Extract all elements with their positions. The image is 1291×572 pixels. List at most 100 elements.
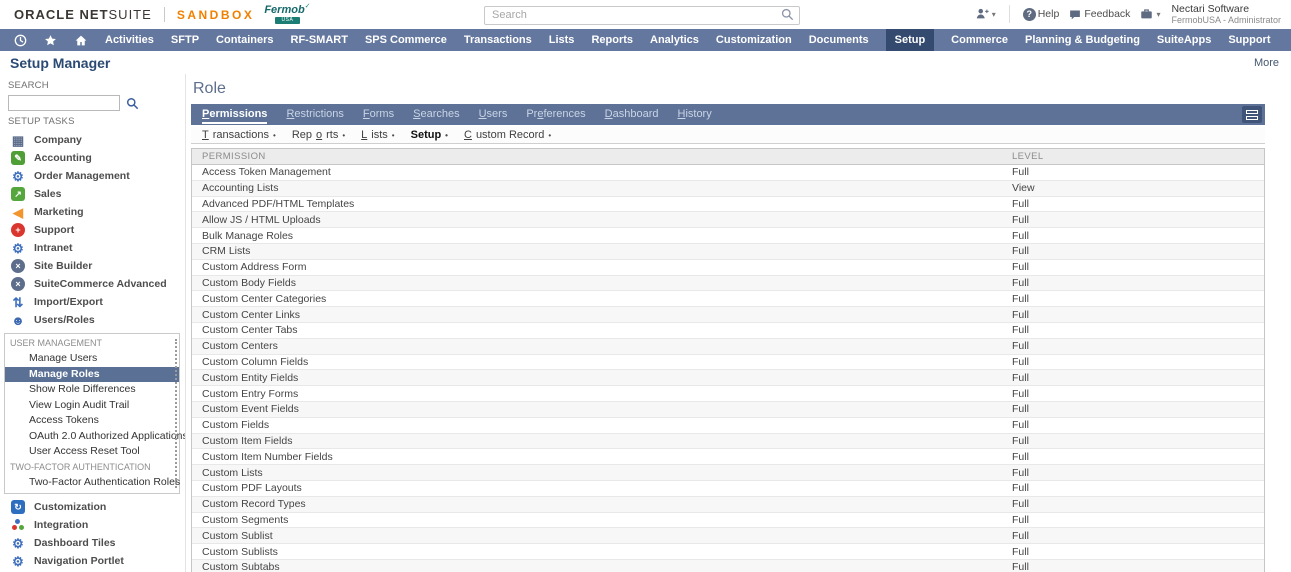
persona-switch-icon[interactable]: ▾ bbox=[975, 7, 996, 21]
home-icon[interactable] bbox=[74, 34, 88, 47]
subtab-setup[interactable]: Setup• bbox=[411, 129, 448, 141]
sidebar-item-intranet[interactable]: ⚙Intranet bbox=[8, 239, 185, 257]
subtab-custom-record[interactable]: Custom Record• bbox=[464, 129, 551, 141]
sidebar-item-import-export[interactable]: ⇅Import/Export bbox=[8, 293, 185, 311]
permission-row[interactable]: Custom Record TypesFull bbox=[192, 497, 1264, 513]
permission-row[interactable]: Custom Item Number FieldsFull bbox=[192, 449, 1264, 465]
permission-row[interactable]: Custom Column FieldsFull bbox=[192, 355, 1264, 371]
sidebar-search-icon[interactable] bbox=[126, 97, 139, 110]
nav-item-commerce[interactable]: Commerce bbox=[951, 29, 1008, 51]
tab-forms[interactable]: Forms bbox=[363, 104, 394, 125]
nav-item-planning-budgeting[interactable]: Planning & Budgeting bbox=[1025, 29, 1140, 51]
tab-restrictions[interactable]: Restrictions bbox=[286, 104, 343, 125]
sidebar-item-sales[interactable]: ↗Sales bbox=[8, 185, 185, 203]
permission-row[interactable]: Accounting ListsView bbox=[192, 181, 1264, 197]
sidebar-item-show-role-differences[interactable]: Show Role Differences bbox=[5, 382, 179, 398]
permission-row[interactable]: Custom Address FormFull bbox=[192, 260, 1264, 276]
nav-item-support[interactable]: Support bbox=[1228, 29, 1270, 51]
tab-permissions[interactable]: Permissions bbox=[202, 104, 267, 125]
permission-row[interactable]: Custom Entry FormsFull bbox=[192, 386, 1264, 402]
sidebar-item-support[interactable]: +Support bbox=[8, 221, 185, 239]
tab-searches[interactable]: Searches bbox=[413, 104, 459, 125]
recent-records-icon[interactable] bbox=[14, 34, 27, 47]
permission-row[interactable]: Custom Body FieldsFull bbox=[192, 276, 1264, 292]
permission-row[interactable]: Custom Center CategoriesFull bbox=[192, 291, 1264, 307]
sidebar-item-access-tokens[interactable]: Access Tokens bbox=[5, 413, 179, 429]
permission-row[interactable]: Custom Item FieldsFull bbox=[192, 434, 1264, 450]
logo-check-icon: ✓ bbox=[305, 3, 311, 10]
permission-row[interactable]: Custom SubtabsFull bbox=[192, 560, 1264, 572]
two-factor-section-label: TWO-FACTOR AUTHENTICATION bbox=[5, 460, 179, 475]
permission-row[interactable]: Custom PDF LayoutsFull bbox=[192, 481, 1264, 497]
permission-name: Allow JS / HTML Uploads bbox=[192, 214, 321, 226]
sidebar-item-two-factor-authentication-roles[interactable]: Two-Factor Authentication Roles bbox=[5, 475, 179, 491]
sidebar-item-site-builder[interactable]: ×Site Builder bbox=[8, 257, 185, 275]
permission-row[interactable]: Access Token ManagementFull bbox=[192, 165, 1264, 181]
access-key: L bbox=[361, 129, 367, 141]
permission-row[interactable]: Custom CentersFull bbox=[192, 339, 1264, 355]
nav-item-sps-commerce[interactable]: SPS Commerce bbox=[365, 29, 447, 51]
permission-row[interactable]: Custom FieldsFull bbox=[192, 418, 1264, 434]
sidebar-item-marketing[interactable]: ◀Marketing bbox=[8, 203, 185, 221]
permission-name: Bulk Manage Roles bbox=[192, 230, 293, 242]
sidebar-item-oauth-2-0-authorized-applications[interactable]: OAuth 2.0 Authorized Applications bbox=[5, 429, 179, 445]
permission-row[interactable]: Bulk Manage RolesFull bbox=[192, 228, 1264, 244]
nav-item-suiteapps[interactable]: SuiteApps bbox=[1157, 29, 1211, 51]
sidebar-item-customization[interactable]: ↻Customization bbox=[8, 498, 185, 516]
sidebar-item-view-login-audit-trail[interactable]: View Login Audit Trail bbox=[5, 398, 179, 414]
sidebar-item-company[interactable]: ▦Company bbox=[8, 131, 185, 149]
nav-item-sftp[interactable]: SFTP bbox=[171, 29, 199, 51]
shortcuts-icon[interactable] bbox=[44, 34, 57, 47]
sidebar-item-order-management[interactable]: ⚙Order Management bbox=[8, 167, 185, 185]
sidebar-search-input[interactable] bbox=[8, 95, 120, 111]
sidebar-item-manage-users[interactable]: Manage Users bbox=[5, 351, 179, 367]
permission-row[interactable]: CRM ListsFull bbox=[192, 244, 1264, 260]
tab-users[interactable]: Users bbox=[479, 104, 508, 125]
nav-item-rf-smart[interactable]: RF-SMART bbox=[291, 29, 348, 51]
permission-row[interactable]: Allow JS / HTML UploadsFull bbox=[192, 212, 1264, 228]
permission-row[interactable]: Custom Center LinksFull bbox=[192, 307, 1264, 323]
nav-item-transactions[interactable]: Transactions bbox=[464, 29, 532, 51]
nav-item-reports[interactable]: Reports bbox=[591, 29, 633, 51]
permission-row[interactable]: Advanced PDF/HTML TemplatesFull bbox=[192, 197, 1264, 213]
feedback-menu[interactable]: Feedback bbox=[1068, 8, 1130, 21]
nav-item-customization[interactable]: Customization bbox=[716, 29, 792, 51]
tab-history[interactable]: History bbox=[677, 104, 711, 125]
permission-row[interactable]: Custom ListsFull bbox=[192, 465, 1264, 481]
nav-item-activities[interactable]: Activities bbox=[105, 29, 154, 51]
permission-row[interactable]: Custom Entity FieldsFull bbox=[192, 370, 1264, 386]
user-info[interactable]: Nectari Software FermobUSA - Administrat… bbox=[1171, 3, 1281, 26]
permission-row[interactable]: Custom Event FieldsFull bbox=[192, 402, 1264, 418]
permission-row[interactable]: Custom SegmentsFull bbox=[192, 513, 1264, 529]
tab-dashboard[interactable]: Dashboard bbox=[605, 104, 659, 125]
permission-row[interactable]: Custom Center TabsFull bbox=[192, 323, 1264, 339]
oracle-netsuite-logo[interactable]: ORACLE NETSUITE bbox=[14, 7, 152, 22]
account-menu[interactable]: ▾ bbox=[1139, 7, 1160, 21]
permission-row[interactable]: Custom SublistsFull bbox=[192, 544, 1264, 560]
nav-item-documents[interactable]: Documents bbox=[809, 29, 869, 51]
sidebar-item-user-access-reset-tool[interactable]: User Access Reset Tool bbox=[5, 444, 179, 460]
sidebar-item-manage-roles[interactable]: Manage Roles bbox=[5, 367, 179, 383]
global-search-input[interactable] bbox=[484, 6, 800, 25]
list-view-toggle-button[interactable] bbox=[1242, 106, 1262, 123]
sidebar-item-dashboard-tiles[interactable]: ⚙Dashboard Tiles bbox=[8, 534, 185, 552]
account-logo[interactable]: Fermob✓ USA bbox=[264, 5, 310, 24]
more-link[interactable]: More bbox=[1254, 57, 1279, 69]
sidebar-item-accounting[interactable]: ✎Accounting bbox=[8, 149, 185, 167]
search-icon[interactable] bbox=[781, 8, 794, 21]
dashboard-tiles-icon: ⚙ bbox=[11, 536, 25, 550]
subtab-reports[interactable]: Reports• bbox=[292, 129, 345, 141]
help-menu[interactable]: ? Help bbox=[1023, 8, 1060, 21]
sidebar-item-integration[interactable]: Integration bbox=[8, 516, 185, 534]
subtab-lists[interactable]: Lists• bbox=[361, 129, 394, 141]
subtab-transactions[interactable]: Transactions• bbox=[202, 129, 276, 141]
permission-row[interactable]: Custom SublistFull bbox=[192, 528, 1264, 544]
nav-item-containers[interactable]: Containers bbox=[216, 29, 273, 51]
nav-item-analytics[interactable]: Analytics bbox=[650, 29, 699, 51]
nav-item-lists[interactable]: Lists bbox=[549, 29, 575, 51]
sidebar-item-navigation-portlet[interactable]: ⚙Navigation Portlet bbox=[8, 552, 185, 570]
nav-item-setup[interactable]: Setup bbox=[886, 29, 935, 51]
sidebar-item-suitecommerce-advanced[interactable]: ×SuiteCommerce Advanced bbox=[8, 275, 185, 293]
tab-preferences[interactable]: Preferences bbox=[526, 104, 585, 125]
sidebar-item-users-roles[interactable]: ☻Users/Roles bbox=[8, 311, 185, 329]
